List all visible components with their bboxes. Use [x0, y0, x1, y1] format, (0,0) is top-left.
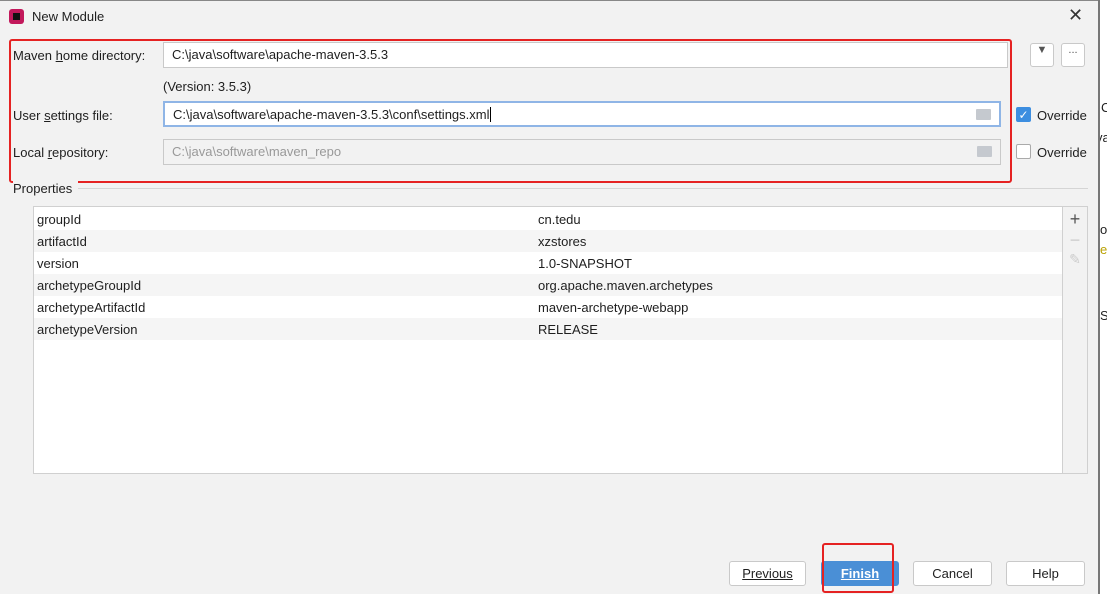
local-repo-override-label: Override — [1037, 145, 1087, 160]
bg-fragment: S — [1100, 308, 1107, 323]
close-icon[interactable]: ✕ — [1068, 5, 1083, 26]
remove-icon[interactable]: − — [1063, 230, 1087, 251]
properties-toolbar: + − ✎ — [1063, 206, 1088, 474]
property-key: groupId — [37, 211, 82, 227]
property-key: artifactId — [37, 233, 87, 249]
bg-fragment: C — [1101, 100, 1107, 115]
folder-icon[interactable] — [976, 109, 991, 120]
properties-divider — [13, 188, 1088, 189]
add-icon[interactable]: + — [1063, 209, 1087, 230]
property-value: RELEASE — [538, 321, 598, 337]
cancel-button[interactable]: Cancel — [913, 561, 992, 586]
table-row[interactable]: archetypeArtifactId maven-archetype-webap… — [34, 296, 1062, 318]
user-settings-input[interactable]: C:\java\software\apache-maven-3.5.3\conf… — [163, 101, 1001, 127]
bg-fragment: e — [1100, 242, 1107, 257]
properties-title: Properties — [13, 181, 79, 196]
user-settings-override-label: Override — [1037, 108, 1087, 123]
new-module-dialog: New Module ✕ Maven home directory: C:\ja… — [0, 0, 1098, 594]
dialog-title: New Module — [32, 9, 105, 24]
background-window: C va o e S — [1098, 0, 1107, 594]
local-repo-value: C:\java\software\maven_repo — [172, 144, 342, 159]
maven-home-label: Maven home directory: — [13, 48, 146, 63]
browse-button[interactable]: ... — [1061, 43, 1085, 67]
property-value: org.apache.maven.archetypes — [538, 277, 713, 293]
property-key: archetypeVersion — [37, 321, 138, 337]
intellij-app-icon — [9, 9, 24, 24]
previous-button[interactable]: Previous — [729, 561, 806, 586]
previous-label: Previous — [742, 566, 793, 581]
dropdown-arrow-icon[interactable]: ▼ — [1030, 43, 1054, 67]
property-key: archetypeGroupId — [37, 277, 142, 293]
local-repo-input: C:\java\software\maven_repo — [163, 139, 1001, 165]
bg-fragment: va — [1100, 130, 1107, 145]
table-row[interactable]: groupId cn.tedu — [34, 208, 1062, 230]
local-repo-override-checkbox[interactable] — [1016, 144, 1031, 159]
table-row[interactable]: archetypeVersion RELEASE — [34, 318, 1062, 340]
property-key: version — [37, 255, 79, 271]
table-row[interactable]: archetypeGroupId org.apache.maven.archety… — [34, 274, 1062, 296]
property-value: 1.0-SNAPSHOT — [538, 255, 632, 271]
bg-fragment: o — [1100, 222, 1107, 237]
properties-table[interactable]: groupId cn.tedu artifactId xzstores version 1… — [33, 206, 1063, 474]
property-value: cn.tedu — [538, 211, 581, 227]
table-row[interactable]: artifactId xzstores — [34, 230, 1062, 252]
help-button[interactable]: Help — [1006, 561, 1085, 586]
maven-home-input[interactable]: C:\java\software\apache-maven-3.5.3 — [163, 42, 1008, 68]
local-repo-label: Local repository: — [13, 145, 109, 160]
property-key: archetypeArtifactId — [37, 299, 146, 315]
table-row[interactable]: version 1.0-SNAPSHOT — [34, 252, 1062, 274]
version-text: (Version: 3.5.3) — [163, 79, 252, 94]
folder-icon — [977, 146, 992, 157]
edit-icon[interactable]: ✎ — [1063, 251, 1087, 268]
finish-highlight-box — [822, 543, 894, 593]
property-value: xzstores — [538, 233, 587, 249]
user-settings-label: User settings file: — [13, 108, 113, 123]
user-settings-override-checkbox[interactable]: ✓ — [1016, 107, 1031, 122]
property-value: maven-archetype-webapp — [538, 299, 689, 315]
user-settings-value: C:\java\software\apache-maven-3.5.3\conf… — [173, 107, 490, 122]
